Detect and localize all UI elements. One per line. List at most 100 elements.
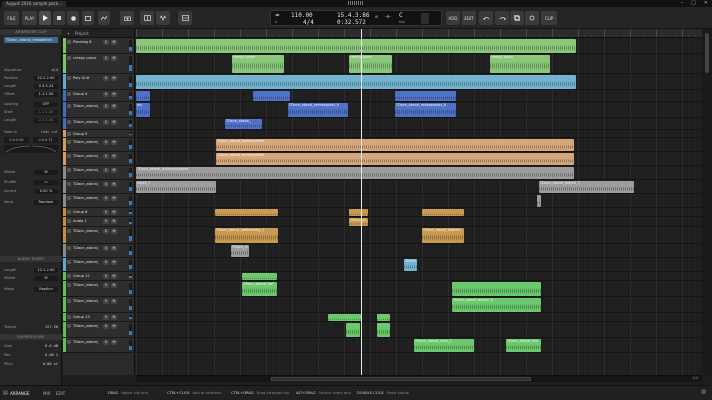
clip[interactable]: [395, 91, 456, 101]
track-name[interactable]: TDavn_atonal_: [73, 196, 99, 201]
mute-button[interactable]: M: [111, 154, 117, 159]
mute-button[interactable]: M: [111, 76, 117, 81]
mute-button[interactable]: M: [111, 315, 117, 320]
tab-mix[interactable]: MIX: [43, 390, 50, 397]
prop-value[interactable]: 0.0 dB: [45, 343, 58, 349]
prop-pan[interactable]: Pan 0.00 %: [4, 352, 58, 358]
track-name[interactable]: TDavn_atonal_: [73, 154, 99, 159]
solo-button[interactable]: S: [103, 260, 109, 265]
record-mode-icon[interactable]: ◀▶: [275, 12, 280, 17]
mute-button[interactable]: M: [111, 283, 117, 288]
position-time[interactable]: 0:32.572: [337, 19, 366, 26]
track-header[interactable]: TDavn_atonal_ S M: [63, 118, 134, 130]
shuffle-toggle[interactable]: ▭: [34, 179, 58, 185]
mute-button[interactable]: M: [111, 182, 117, 187]
clip[interactable]: creepy piano: [349, 55, 392, 73]
track-name[interactable]: Poly Grid: [73, 76, 99, 81]
copy-button[interactable]: [510, 11, 524, 25]
clip[interactable]: dis: [136, 103, 150, 117]
prop-value[interactable]: 2.1.1.00: [34, 117, 58, 123]
edit-button[interactable]: EDIT: [462, 11, 476, 25]
track-name[interactable]: TDavn_atonal_: [73, 229, 99, 234]
solo-button[interactable]: S: [103, 182, 109, 187]
solo-button[interactable]: S: [103, 154, 109, 159]
track-header[interactable]: Group 13 S M: [63, 313, 134, 322]
track-name[interactable]: Group 13: [73, 315, 99, 320]
clip[interactable]: [253, 91, 290, 101]
solo-button[interactable]: S: [103, 324, 109, 329]
mute-button[interactable]: M: [34, 169, 58, 175]
mute-button[interactable]: M: [111, 196, 117, 201]
prop-loop-start[interactable]: Start 1.1.1.00: [4, 109, 58, 115]
prop-value[interactable]: 1.1.1.00: [34, 109, 58, 115]
record-button[interactable]: [67, 11, 79, 25]
solo-button[interactable]: S: [103, 210, 109, 215]
layout-button[interactable]: [140, 11, 154, 25]
mute-button[interactable]: M: [111, 168, 117, 173]
prop-value[interactable]: 12.1.2.00: [34, 267, 58, 273]
prop-loop-length[interactable]: Length 2.1.1.00: [4, 117, 58, 123]
fade-out-field[interactable]: 0.0.0.72: [33, 137, 58, 143]
fade-curve[interactable]: [4, 145, 58, 153]
clip[interactable]: [242, 273, 277, 280]
track-name[interactable]: Audio 1: [73, 219, 99, 224]
overdub-button[interactable]: [82, 11, 94, 25]
track-name[interactable]: Group 5: [73, 132, 99, 137]
clip[interactable]: TDavn: [404, 259, 417, 271]
play-button[interactable]: [39, 11, 51, 25]
clip[interactable]: TDavn_atonal_dolyell_7: [539, 181, 634, 193]
clip[interactable]: [136, 91, 150, 101]
modulation-button[interactable]: [156, 11, 170, 25]
clip[interactable]: TDavn_atonal_addlemoisp_1: [215, 228, 278, 243]
clip[interactable]: [136, 39, 576, 53]
track-name[interactable]: TDavn_atonal_: [73, 120, 99, 125]
solo-button[interactable]: S: [103, 229, 109, 234]
looping-toggle[interactable]: OFF: [34, 101, 58, 107]
track-header[interactable]: Group 5: [63, 130, 134, 138]
track-name[interactable]: TDavn_atonal_: [73, 340, 99, 345]
mute-button[interactable]: M: [111, 120, 117, 125]
solo-button[interactable]: S: [103, 140, 109, 145]
mute-button[interactable]: M: [111, 299, 117, 304]
clip-button[interactable]: CLIP: [541, 11, 557, 25]
track-header[interactable]: TDavn_atonal_ S M: [63, 227, 134, 244]
track-header[interactable]: Piecelog 8 SM: [63, 38, 134, 54]
solo-button[interactable]: S: [103, 219, 109, 224]
track-name[interactable]: TDavn_atonal_: [73, 140, 99, 145]
mute-button[interactable]: M: [111, 92, 117, 97]
solo-button[interactable]: S: [103, 246, 109, 251]
prop-accent[interactable]: Accent 0.00 %: [4, 188, 58, 194]
track-header[interactable]: TDavn_atonal_ S M: [63, 152, 134, 166]
prop-value[interactable]: 22.2.2.00: [34, 75, 58, 81]
clip[interactable]: [349, 209, 368, 216]
clip[interactable]: [377, 323, 390, 337]
prop-tempo[interactable]: Tempo 127.36: [4, 324, 58, 330]
solo-button[interactable]: S: [103, 76, 109, 81]
track-header[interactable]: TDavn_atonal_ S M: [63, 102, 134, 118]
clip[interactable]: TDavn_atonal_brokenphone: [216, 153, 574, 165]
file-button[interactable]: FILE: [4, 11, 19, 25]
clip[interactable]: TDavn_atonal_brokenphone: [216, 139, 574, 151]
mute-button[interactable]: M: [111, 210, 117, 215]
prop-value[interactable]: 0.00 st: [43, 361, 58, 367]
solo-button[interactable]: S: [103, 299, 109, 304]
grid-button[interactable]: [178, 11, 192, 25]
metronome-icon[interactable]: ⌂: [275, 19, 277, 24]
prop-seed[interactable]: Seed Random: [4, 199, 58, 205]
clip-name-field[interactable]: TDavn_atonal_hewablech: [4, 37, 58, 43]
clip[interactable]: TDavn_atonal_whisperingaves: [136, 167, 574, 179]
maximize-icon[interactable]: □: [691, 0, 696, 7]
clip[interactable]: TDavn_atonal_dvu: [506, 339, 541, 352]
track-header[interactable]: Group 8 SM: [63, 208, 134, 217]
track-header[interactable]: TDavn_atonal_ S M: [63, 138, 134, 152]
track-name[interactable]: Piecelog 8: [73, 40, 99, 45]
track-name[interactable]: Group 8: [73, 210, 99, 215]
prop-value[interactable]: 4/4: [52, 67, 59, 73]
playhead[interactable]: [361, 29, 362, 375]
solo-button[interactable]: S: [103, 104, 109, 109]
track-header[interactable]: TDavn_atonal_ S M: [63, 244, 134, 258]
arrangement-overview[interactable]: 1/4: [136, 375, 702, 382]
track-header[interactable]: TDavn_atonal_ S M: [63, 258, 134, 272]
track-name[interactable]: TDavn_atonal_: [73, 246, 99, 251]
prop-offset[interactable]: Offset 1.1.1.00: [4, 91, 58, 97]
